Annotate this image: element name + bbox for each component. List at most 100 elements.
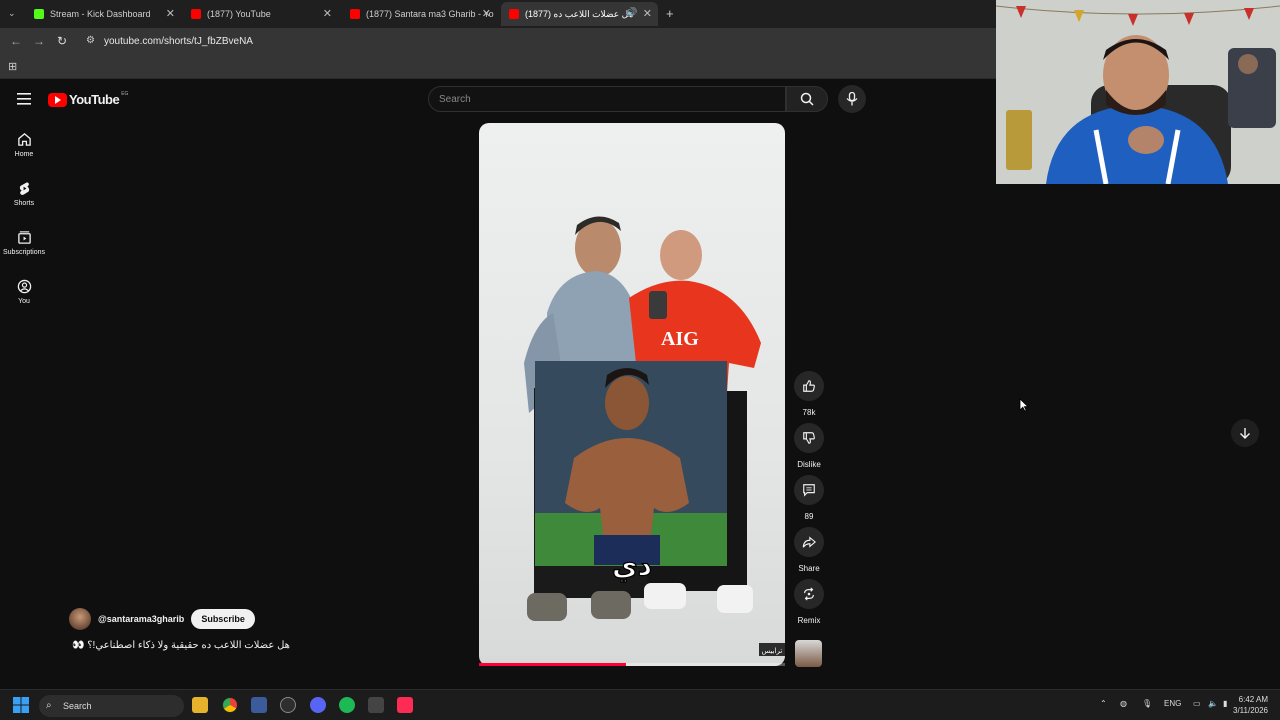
close-icon[interactable]: ✕ xyxy=(643,7,652,20)
channel-row: @santarama3gharib Subscribe xyxy=(69,608,255,630)
channel-handle[interactable]: @santarama3gharib xyxy=(98,614,184,624)
logo-text: YouTube xyxy=(69,92,120,107)
caption-text: دي xyxy=(612,549,652,582)
microphone-icon xyxy=(846,92,858,106)
search-icon xyxy=(800,92,814,106)
url-input[interactable]: youtube.com/shorts/tJ_fbZBveNA xyxy=(104,36,253,47)
region-badge: EG xyxy=(121,90,129,97)
microphone-icon[interactable]: 🎙 xyxy=(1142,699,1152,708)
new-tab-button[interactable]: + xyxy=(666,6,674,21)
tab-youtube-channel[interactable]: (1877) Santara ma3 Gharib - Yo ✕ xyxy=(342,2,497,26)
dislike-button[interactable]: Dislike xyxy=(793,423,825,469)
kick-favicon-icon xyxy=(34,9,44,19)
sidebar-item-label: Shorts xyxy=(13,200,35,207)
obs-icon[interactable] xyxy=(280,697,296,713)
remix-label: Remix xyxy=(797,616,821,625)
tab-title: (1877) هل عضلات اللاعب ده xyxy=(525,8,633,19)
tab-search-icon[interactable]: ⌄ xyxy=(8,8,16,19)
tab-title: (1877) YouTube xyxy=(207,9,271,19)
menu-icon[interactable] xyxy=(17,92,31,110)
forward-icon[interactable]: → xyxy=(33,34,45,48)
sound-thumbnail[interactable] xyxy=(795,640,822,667)
video-progress-fill xyxy=(479,663,626,666)
discord-icon[interactable] xyxy=(310,697,326,713)
search-button[interactable] xyxy=(786,86,828,112)
youtube-favicon-icon xyxy=(509,9,519,19)
subscriptions-icon xyxy=(17,231,31,244)
network-icon[interactable]: ◍ xyxy=(1120,699,1127,708)
taskbar-search-label: Search xyxy=(63,701,92,711)
display-icon[interactable]: ▭ xyxy=(1193,699,1201,708)
bookmarks-bar: ⊞ xyxy=(0,55,996,79)
sidebar-item-label: Home xyxy=(14,151,34,158)
windows-start-icon[interactable] xyxy=(13,697,29,713)
back-icon[interactable]: ← xyxy=(10,34,22,48)
share-icon xyxy=(802,536,816,548)
video-title: هل عضلات اللاعب ده حقيقية ولا ذكاء اصطنا… xyxy=(72,640,290,651)
search-input[interactable]: Search xyxy=(428,86,786,112)
speaker-icon[interactable]: 🔊 xyxy=(626,7,637,18)
spotify-icon[interactable] xyxy=(339,697,355,713)
watermark-text: ترابيس xyxy=(762,647,783,655)
close-icon[interactable]: ✕ xyxy=(323,7,332,20)
site-info-icon[interactable]: ⚙ xyxy=(86,35,95,46)
jersey-text: AIG xyxy=(661,328,699,350)
video-progress-bar[interactable] xyxy=(479,663,785,666)
sidebar-item-label: You xyxy=(18,298,30,305)
webcam-overlay xyxy=(996,0,1280,184)
chrome-icon[interactable] xyxy=(222,697,238,713)
address-bar: ← → ↻ ⚙ youtube.com/shorts/tJ_fbZBveNA xyxy=(0,28,996,55)
mouse-cursor-icon xyxy=(1019,398,1029,412)
language-indicator[interactable]: ENG xyxy=(1164,699,1181,708)
comment-count: 89 xyxy=(804,512,814,521)
next-video-button[interactable] xyxy=(1231,419,1259,447)
clock[interactable]: 6:42 AM 3/11/2026 xyxy=(1228,694,1268,716)
reload-icon[interactable]: ↻ xyxy=(57,34,67,48)
sidebar-item-label: Subscriptions xyxy=(2,249,46,256)
volume-icon[interactable]: 🔈 xyxy=(1208,699,1218,708)
remix-button[interactable]: Remix xyxy=(793,579,825,625)
like-button[interactable]: 78k xyxy=(793,371,825,417)
youtube-favicon-icon xyxy=(350,9,360,19)
home-icon xyxy=(17,133,31,146)
close-icon[interactable]: ✕ xyxy=(482,7,491,20)
browser-tab-bar: ⌄ Stream - Kick Dashboard ✕ (1877) YouTu… xyxy=(0,0,996,28)
sidebar-item-subscriptions[interactable]: Subscriptions xyxy=(0,230,48,256)
tab-kick-dashboard[interactable]: Stream - Kick Dashboard ✕ xyxy=(26,2,181,26)
taskbar-search[interactable]: ⌕ Search xyxy=(39,695,184,717)
search-icon: ⌕ xyxy=(46,700,52,711)
clock-time: 6:42 AM xyxy=(1238,695,1268,704)
subscribe-button[interactable]: Subscribe xyxy=(191,609,255,629)
search-placeholder: Search xyxy=(439,94,471,105)
youtube-favicon-icon xyxy=(191,9,201,19)
tab-youtube-home[interactable]: (1877) YouTube ✕ xyxy=(183,2,338,26)
shorts-icon xyxy=(19,182,29,195)
comments-button[interactable]: 89 xyxy=(793,475,825,521)
avatar[interactable] xyxy=(69,608,91,630)
sidebar-item-home[interactable]: Home xyxy=(0,132,48,158)
apps-grid-icon[interactable]: ⊞ xyxy=(8,60,17,73)
voice-search-button[interactable] xyxy=(838,85,866,113)
sidebar-item-shorts[interactable]: Shorts xyxy=(0,181,48,207)
taskbar: ⌕ Search ⌃ ◍ 🎙 ENG ▭ 🔈 ▮ 6:42 AM 3/11/20… xyxy=(0,689,1280,720)
tiktok-icon[interactable] xyxy=(397,697,413,713)
comment-icon xyxy=(803,484,815,497)
thumbs-up-icon xyxy=(803,380,815,392)
youtube-logo[interactable]: YouTube EG xyxy=(48,90,129,107)
share-label: Share xyxy=(798,564,820,573)
share-button[interactable]: Share xyxy=(793,527,825,573)
dislike-label: Dislike xyxy=(797,460,821,469)
app-icon[interactable] xyxy=(368,697,384,713)
video-app-icon[interactable] xyxy=(251,697,267,713)
chevron-up-icon[interactable]: ⌃ xyxy=(1100,699,1107,708)
remix-icon xyxy=(804,587,814,601)
arrow-down-icon xyxy=(1240,428,1250,439)
close-icon[interactable]: ✕ xyxy=(166,7,175,20)
tab-youtube-short[interactable]: (1877) هل عضلات اللاعب ده 🔊 ✕ xyxy=(501,2,658,26)
file-explorer-icon[interactable] xyxy=(192,697,208,713)
you-icon xyxy=(17,279,31,294)
short-video-player[interactable]: AIG دي ترابيس xyxy=(479,123,785,666)
sidebar-item-you[interactable]: You xyxy=(0,279,48,305)
thumbs-down-icon xyxy=(803,432,815,444)
battery-icon[interactable]: ▮ xyxy=(1223,699,1227,708)
